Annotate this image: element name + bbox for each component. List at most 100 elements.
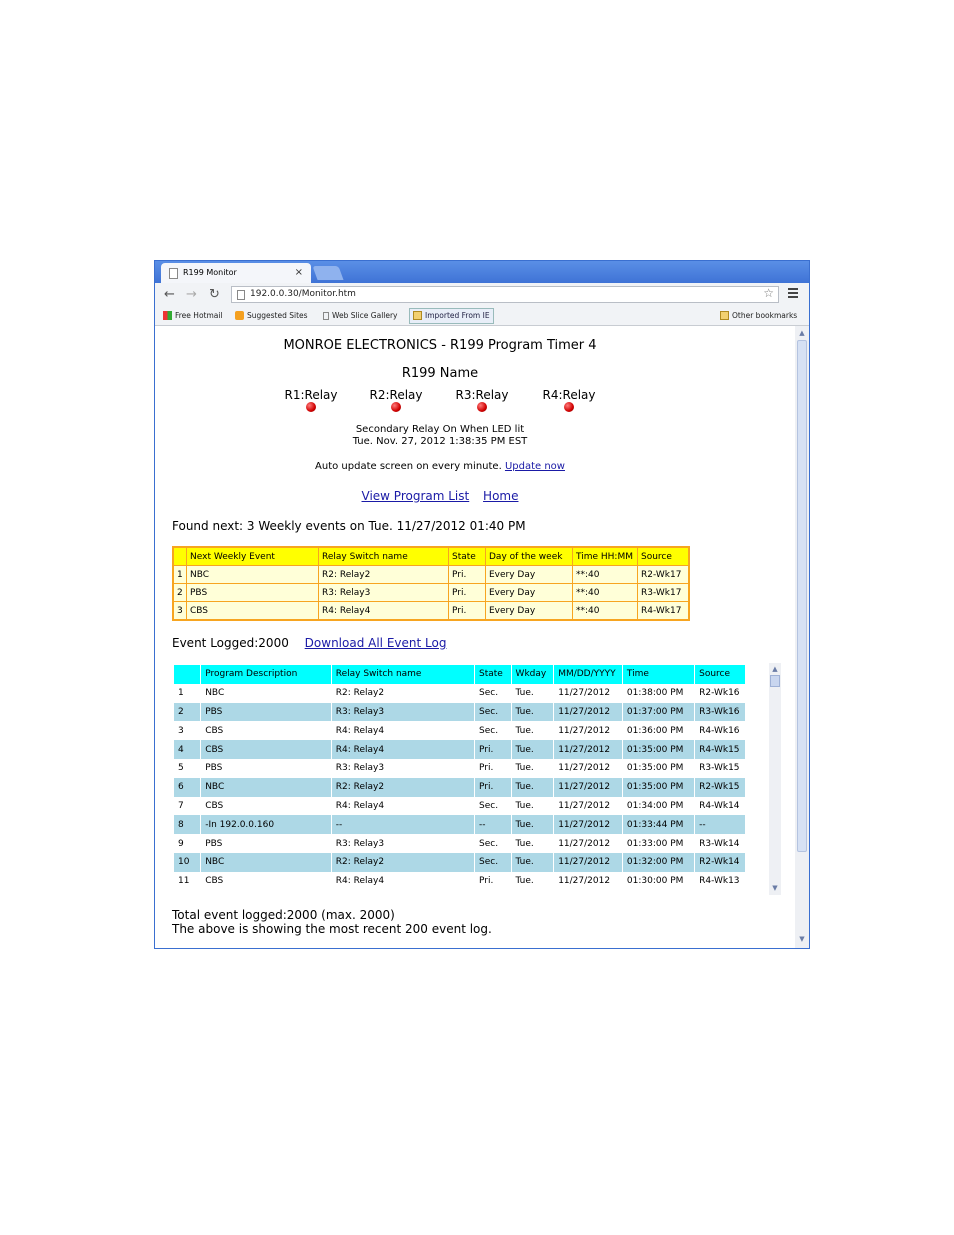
table-cell: PBS — [200, 702, 332, 722]
bookmark-imported-from-ie[interactable]: Imported From IE — [409, 308, 494, 324]
table-cell: Pri. — [474, 777, 512, 797]
event-log-scroll-area[interactable]: Program Description Relay Switch name Stat… — [172, 662, 746, 888]
table-cell: 6 — [174, 777, 202, 797]
table-cell: 11/27/2012 — [553, 834, 623, 853]
table-cell: R2: Relay2 — [318, 565, 449, 584]
new-tab-button[interactable] — [312, 266, 344, 280]
home-link[interactable]: Home — [483, 489, 518, 503]
star-icon[interactable]: ☆ — [763, 286, 774, 301]
menu-icon[interactable] — [788, 288, 798, 301]
update-now-link[interactable]: Update now — [505, 461, 565, 472]
bookmark-web-slice-gallery[interactable]: Web Slice Gallery — [323, 307, 398, 325]
tab-bar: R199 Monitor × — [155, 261, 809, 283]
auto-update-text: Auto update screen on every minute. — [315, 461, 502, 472]
relay-2: R2:Relay — [356, 388, 436, 412]
table-cell: Sec. — [474, 702, 512, 722]
table-cell: 01:35:00 PM — [622, 758, 696, 778]
relay-label: R2:Relay — [369, 388, 423, 402]
tab-r199-monitor[interactable]: R199 Monitor × — [161, 263, 311, 283]
bookmark-label: Imported From IE — [425, 311, 490, 320]
scroll-thumb[interactable] — [797, 340, 807, 852]
table-cell: 4 — [174, 740, 202, 759]
table-cell: 11/27/2012 — [553, 740, 623, 759]
column-header: State — [448, 546, 486, 566]
column-header: MM/DD/YYYY — [553, 665, 623, 684]
table-cell: Tue. — [511, 834, 555, 853]
bookmark-suggested-sites[interactable]: Suggested Sites — [235, 307, 308, 325]
scroll-down-icon[interactable]: ▼ — [770, 883, 780, 893]
table-cell: NBC — [200, 852, 332, 872]
page-icon — [237, 290, 245, 300]
table-cell: 11/27/2012 — [553, 777, 623, 797]
event-log-row: 6 NBC R2: Relay2 Pri. Tue. 11/27/2012 01:35:00… — [174, 777, 746, 797]
table-cell: 1 — [174, 683, 202, 703]
table-cell: R4-Wk16 — [694, 721, 746, 741]
event-log-table: Program Description Relay Switch name Stat… — [174, 665, 746, 888]
close-icon[interactable]: × — [295, 263, 303, 283]
event-log-scrollbar[interactable]: ▲ ▼ — [769, 663, 781, 895]
table-cell: R2: Relay2 — [331, 777, 476, 797]
table-cell: 11/27/2012 — [553, 871, 623, 888]
table-cell: Tue. — [511, 683, 555, 703]
table-cell: R3-Wk17 — [637, 583, 690, 602]
view-program-list-link[interactable]: View Program List — [362, 489, 470, 503]
address-bar[interactable]: 192.0.0.30/Monitor.htm ☆ — [231, 286, 779, 303]
event-log-row: 10 NBC R2: Relay2 Sec. Tue. 11/27/2012 01:32:0… — [174, 852, 746, 872]
scroll-up-icon[interactable]: ▲ — [770, 664, 780, 674]
auto-update-line: Auto update screen on every minute. Upda… — [155, 461, 725, 472]
bookmark-free-hotmail[interactable]: Free Hotmail — [163, 307, 223, 325]
table-cell: PBS — [200, 834, 332, 853]
page-scrollbar[interactable]: ▲ ▼ — [795, 326, 809, 948]
reload-icon[interactable]: ↻ — [209, 285, 220, 305]
table-cell: 11/27/2012 — [553, 796, 623, 816]
table-cell: **:40 — [572, 583, 638, 602]
table-cell: 1 — [172, 565, 187, 584]
total-events: Total event logged:2000 (max. 2000) — [172, 908, 395, 922]
table-cell: Pri. — [474, 758, 512, 778]
browser-window: R199 Monitor × ← → ↻ 192.0.0.30/Monitor.… — [154, 260, 810, 949]
led-note: Secondary Relay On When LED lit — [355, 424, 525, 435]
table-cell: R4-Wk14 — [694, 796, 746, 816]
table-cell: Every Day — [485, 565, 573, 584]
table-cell: R2-Wk15 — [694, 777, 746, 797]
table-cell: Sec. — [474, 683, 512, 703]
scroll-down-icon[interactable]: ▼ — [797, 934, 807, 944]
bookmark-other-bookmarks[interactable]: Other bookmarks — [720, 307, 797, 325]
relay-1: R1:Relay — [271, 388, 351, 412]
table-cell: Tue. — [511, 740, 555, 759]
table-cell: R4-Wk15 — [694, 740, 746, 759]
table-cell: Every Day — [485, 601, 573, 621]
suggested-sites-icon — [235, 311, 244, 320]
table-cell: 2 — [174, 702, 202, 722]
table-cell: **:40 — [572, 565, 638, 584]
table-cell: Tue. — [511, 815, 555, 835]
download-all-event-log-link[interactable]: Download All Event Log — [305, 636, 447, 650]
table-cell: -In 192.0.0.160 — [200, 815, 332, 835]
folder-icon — [720, 311, 729, 320]
forward-icon[interactable]: → — [186, 285, 197, 305]
table-cell: NBC — [186, 565, 319, 584]
table-cell: Pri. — [448, 565, 486, 584]
column-header: Relay Switch name — [318, 546, 449, 566]
scroll-up-icon[interactable]: ▲ — [797, 328, 807, 338]
table-cell: R2-Wk17 — [637, 565, 690, 584]
table-cell: NBC — [200, 777, 332, 797]
column-header: Program Description — [200, 665, 332, 684]
scroll-thumb[interactable] — [770, 675, 780, 687]
table-cell: Pri. — [474, 740, 512, 759]
relay-4: R4:Relay — [529, 388, 609, 412]
weekly-events-header-row: Next Weekly Event Relay Switch name State D… — [172, 546, 690, 566]
table-cell: Tue. — [511, 758, 555, 778]
table-cell: 01:33:00 PM — [622, 834, 696, 853]
column-header: Time HH:MM — [572, 546, 638, 566]
folder-icon — [413, 311, 422, 320]
table-cell: 01:33:44 PM — [622, 815, 696, 835]
table-cell: R4: Relay4 — [331, 871, 476, 888]
table-cell: 8 — [174, 815, 202, 835]
led-icon — [477, 402, 487, 412]
table-cell: 01:32:00 PM — [622, 852, 696, 872]
table-cell: -- — [474, 815, 512, 835]
table-cell: Sec. — [474, 852, 512, 872]
back-icon[interactable]: ← — [164, 285, 175, 305]
table-cell: Tue. — [511, 702, 555, 722]
